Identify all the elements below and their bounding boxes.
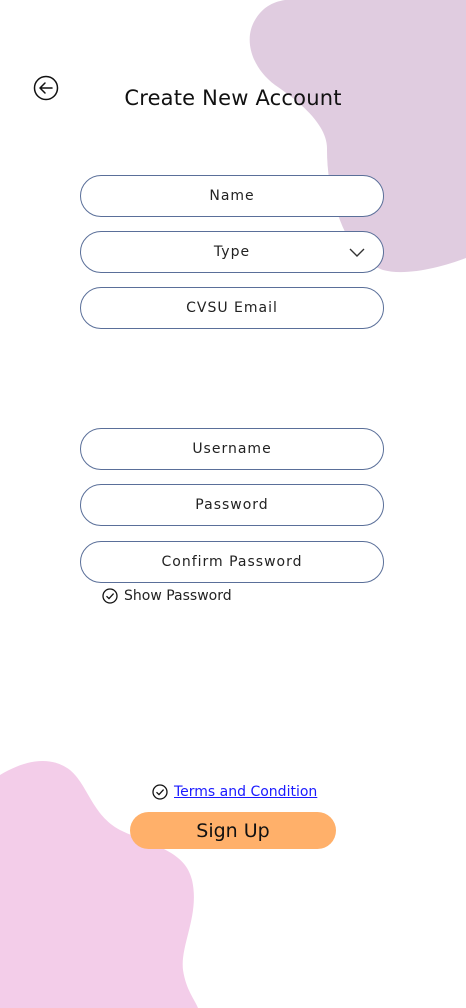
username-field[interactable]: Username [80,428,384,470]
terms-link[interactable]: Terms and Condition [174,784,317,800]
check-circle-icon [102,588,118,604]
password-field[interactable]: Password [80,484,384,526]
terms-check-circle-icon[interactable] [152,784,168,800]
type-select[interactable]: Type [80,231,384,273]
username-placeholder: Username [192,441,272,457]
name-field[interactable]: Name [80,175,384,217]
show-password-toggle[interactable]: Show Password [102,588,232,604]
terms-row: Terms and Condition [152,784,317,800]
sign-up-button[interactable]: Sign Up [130,812,336,849]
confirm-password-field[interactable]: Confirm Password [80,541,384,583]
email-placeholder: CVSU Email [186,300,278,316]
password-placeholder: Password [195,497,269,513]
confirm-password-placeholder: Confirm Password [161,554,303,570]
type-placeholder: Type [213,244,251,260]
chevron-down-icon [349,248,365,257]
name-placeholder: Name [209,188,255,204]
cvsu-email-field[interactable]: CVSU Email [80,287,384,329]
page-title: Create New Account [124,86,342,110]
show-password-label: Show Password [124,588,232,604]
